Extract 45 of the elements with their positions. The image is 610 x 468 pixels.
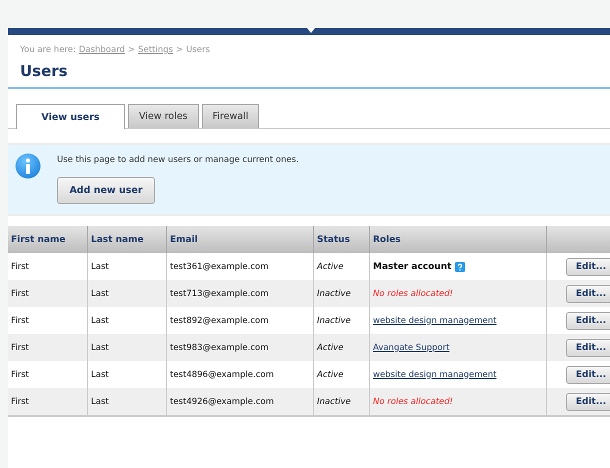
table-cell: First (8, 388, 88, 416)
table-cell: test4926@example.com (166, 388, 314, 416)
column-header: Email (166, 226, 314, 253)
edit-button[interactable]: Edit... (566, 338, 610, 356)
breadcrumb-label: You are here: (20, 45, 76, 55)
no-roles-warning: No roles allocated! (373, 288, 454, 298)
column-header: Roles (370, 226, 546, 253)
info-icon (15, 153, 41, 179)
edit-button[interactable]: Edit... (566, 258, 610, 276)
role-link[interactable]: website design management (373, 370, 496, 380)
page-title: Users (8, 55, 610, 89)
tab[interactable]: View roles (128, 104, 199, 128)
info-message: Use this page to add new users or manage current ones. (57, 154, 299, 165)
table-cell: First (8, 361, 88, 388)
status-cell: Active (314, 334, 370, 361)
table-cell: test713@example.com (166, 280, 314, 307)
help-icon[interactable] (455, 262, 466, 272)
edit-button[interactable]: Edit... (566, 284, 610, 302)
table-cell: First (8, 307, 88, 334)
edit-button[interactable]: Edit... (566, 392, 610, 410)
role-text: Master account (373, 262, 452, 272)
edit-button[interactable]: Edit... (566, 312, 610, 330)
table-cell: First (8, 280, 88, 307)
table-cell: First (8, 334, 88, 361)
breadcrumb-separator: > (176, 45, 184, 55)
table-cell: Last (88, 334, 166, 361)
role-link[interactable]: website design management (373, 316, 496, 326)
table-cell: Last (88, 280, 166, 307)
edit-button[interactable]: Edit... (566, 366, 610, 384)
breadcrumb-separator: > (128, 45, 136, 55)
breadcrumb-current: Users (186, 45, 210, 55)
no-roles-warning: No roles allocated! (373, 396, 454, 406)
table-cell: Last (88, 388, 166, 416)
tab[interactable]: View users (16, 104, 125, 129)
column-header: Last name (88, 226, 166, 253)
status-cell: Inactive (314, 388, 370, 416)
role-link[interactable]: Avangate Support (373, 342, 450, 352)
table-cell: First (8, 253, 88, 280)
column-header: First name (8, 226, 88, 253)
tab[interactable]: Firewall (202, 104, 260, 128)
add-user-button[interactable]: Add new user (57, 177, 155, 204)
table-cell: test983@example.com (166, 334, 314, 361)
caret-icon[interactable] (307, 28, 315, 33)
column-header: Status (314, 226, 370, 253)
status-cell: Inactive (314, 280, 370, 307)
